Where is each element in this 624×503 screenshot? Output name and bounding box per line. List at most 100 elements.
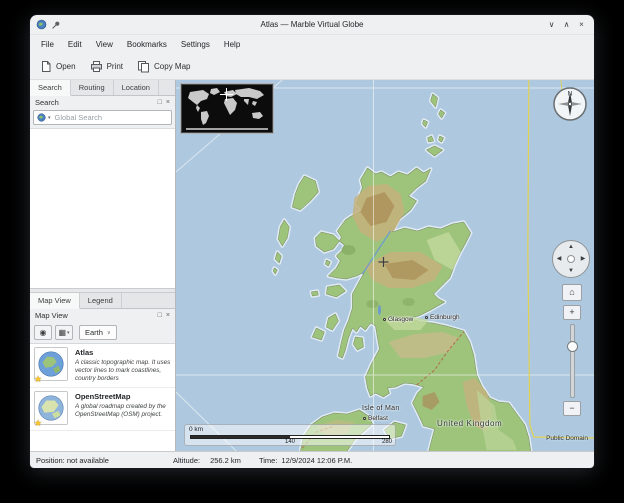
window-title: Atlas — Marble Virtual Globe xyxy=(30,20,594,29)
minus-icon: − xyxy=(569,404,574,413)
star-icon[interactable]: ★ xyxy=(34,418,42,429)
pin-icon[interactable] xyxy=(51,20,61,30)
status-bar: Position: not available Altitude: 256.2 … xyxy=(30,451,594,468)
search-input[interactable] xyxy=(53,112,168,123)
status-position: Position: not available xyxy=(36,456,109,465)
home-icon: ⌂ xyxy=(569,288,574,297)
city-label-belfast: Belfast xyxy=(363,415,388,422)
menu-help[interactable]: Help xyxy=(217,38,247,51)
grid-icon: ▦ xyxy=(58,328,66,337)
search-box[interactable]: ▾ xyxy=(33,110,172,125)
search-scope-dropdown-icon[interactable]: ▾ xyxy=(48,115,51,121)
print-icon xyxy=(90,60,103,73)
city-label-glasgow: Glasgow xyxy=(383,316,413,323)
close-panel-icon[interactable]: × xyxy=(166,99,170,106)
sidebar-bottom-tabbar: Map View Legend xyxy=(30,293,175,309)
desktop-background: Atlas — Marble Virtual Globe ∨ ∧ × File xyxy=(0,0,624,503)
close-panel-icon[interactable]: × xyxy=(166,312,170,319)
maximize-icon[interactable]: ∧ xyxy=(560,18,573,31)
arrow-up-icon[interactable]: ▲ xyxy=(568,244,574,250)
status-time-value: 12/9/2024 12:06 P.M. xyxy=(281,456,352,465)
theme-description: A global roadmap created by the OpenStre… xyxy=(75,403,171,419)
arrow-right-icon[interactable]: ▶ xyxy=(581,256,586,262)
atlas-thumbnail: ★ xyxy=(34,347,70,383)
map-view-panel-header: Map View □ × xyxy=(30,309,175,322)
search-panel-title: Search xyxy=(35,98,59,107)
map-theme-list: ★ Atlas A classic topographic map. It us… xyxy=(30,343,175,451)
open-file-icon xyxy=(40,60,52,73)
zoom-in-button[interactable]: + xyxy=(563,305,581,320)
scale-mid-label: 140 xyxy=(285,439,295,445)
navigation-pad[interactable]: ▲ ◀ ▶ ▼ xyxy=(552,240,590,278)
arrow-left-icon[interactable]: ◀ xyxy=(557,256,562,262)
plus-icon: + xyxy=(569,308,574,317)
close-icon[interactable]: × xyxy=(575,18,588,31)
osm-thumbnail: ★ xyxy=(34,391,70,427)
search-panel-header: Search □ × xyxy=(30,96,175,109)
tab-location[interactable]: Location xyxy=(114,80,159,95)
menu-file[interactable]: File xyxy=(34,38,61,51)
city-label-edinburgh: Edinburgh xyxy=(425,314,460,321)
menu-edit[interactable]: Edit xyxy=(61,38,89,51)
view-mode-button[interactable]: ▦ ▾ xyxy=(55,325,73,340)
globe-icon: ◉ xyxy=(40,328,47,337)
country-label-united-kingdom: United Kingdom xyxy=(437,419,502,428)
print-button[interactable]: Print xyxy=(90,60,123,73)
nav-center-button[interactable] xyxy=(567,255,575,263)
home-button[interactable]: ⌂ xyxy=(562,284,582,301)
list-item-openstreetmap[interactable]: ★ OpenStreetMap A global roadmap created… xyxy=(30,388,175,431)
tab-map-view[interactable]: Map View xyxy=(30,293,80,309)
celestial-body-combo[interactable]: Earth ∨ xyxy=(79,325,117,340)
map-canvas[interactable]: N ▲ ◀ ▶ ▼ xyxy=(176,80,594,451)
tab-routing[interactable]: Routing xyxy=(71,80,114,95)
menu-bookmarks[interactable]: Bookmarks xyxy=(120,38,174,51)
list-item-atlas[interactable]: ★ Atlas A classic topographic map. It us… xyxy=(30,344,175,388)
menu-view[interactable]: View xyxy=(89,38,120,51)
theme-description: A classic topographic map. It uses vecto… xyxy=(75,359,171,384)
open-button-label: Open xyxy=(56,62,76,71)
title-bar[interactable]: Atlas — Marble Virtual Globe ∨ ∧ × xyxy=(30,15,594,35)
map-rendering xyxy=(176,80,594,451)
scale-zero-label: 0 km xyxy=(189,426,203,433)
main-toolbar: Open Print Copy Map xyxy=(30,53,594,80)
copy-map-button-label: Copy Map xyxy=(154,62,190,71)
tab-legend[interactable]: Legend xyxy=(80,293,122,308)
celestial-body-value: Earth xyxy=(85,328,103,337)
sidebar: Search Routing Location Search □ × xyxy=(30,80,176,451)
search-row: ▾ xyxy=(30,109,175,129)
menu-settings[interactable]: Settings xyxy=(174,38,217,51)
float-panel-icon[interactable]: □ xyxy=(158,312,162,319)
search-results-list[interactable] xyxy=(30,129,175,288)
theme-name: OpenStreetMap xyxy=(75,392,171,401)
print-button-label: Print xyxy=(107,62,123,71)
chevron-down-icon: ▾ xyxy=(67,330,70,336)
float-panel-icon[interactable]: □ xyxy=(158,99,162,106)
city-dot xyxy=(425,316,428,319)
region-label-isle-of-man: Isle of Man xyxy=(362,405,400,412)
city-dot xyxy=(383,318,386,321)
marble-window: Atlas — Marble Virtual Globe ∨ ∧ × File xyxy=(30,15,594,468)
map-view-controls: ◉ ▦ ▾ Earth ∨ xyxy=(30,322,175,343)
overview-map[interactable] xyxy=(182,85,272,132)
zoom-out-button[interactable]: − xyxy=(563,401,581,416)
projection-globe-button[interactable]: ◉ xyxy=(34,325,52,340)
chevron-down-icon: ∨ xyxy=(107,330,111,336)
zoom-slider-track[interactable] xyxy=(570,324,575,398)
status-time-label: Time: xyxy=(259,456,277,465)
compass[interactable]: N xyxy=(552,86,588,127)
globe-search-icon[interactable] xyxy=(37,113,46,122)
tab-search[interactable]: Search xyxy=(30,80,71,96)
theme-name: Atlas xyxy=(75,348,171,357)
minimize-icon[interactable]: ∨ xyxy=(545,18,558,31)
status-altitude-value: 256.2 km xyxy=(210,456,241,465)
scale-end-label: 280 xyxy=(382,439,392,445)
status-altitude-label: Altitude: xyxy=(173,456,200,465)
star-icon[interactable]: ★ xyxy=(34,374,42,385)
menu-bar: File Edit View Bookmarks Settings Help xyxy=(30,35,594,53)
map-view-panel-title: Map View xyxy=(35,311,68,320)
loch-lomond xyxy=(378,305,381,315)
zoom-slider-handle[interactable] xyxy=(567,341,578,352)
copy-map-button[interactable]: Copy Map xyxy=(137,60,190,73)
arrow-down-icon[interactable]: ▼ xyxy=(568,268,574,274)
open-button[interactable]: Open xyxy=(40,60,76,73)
